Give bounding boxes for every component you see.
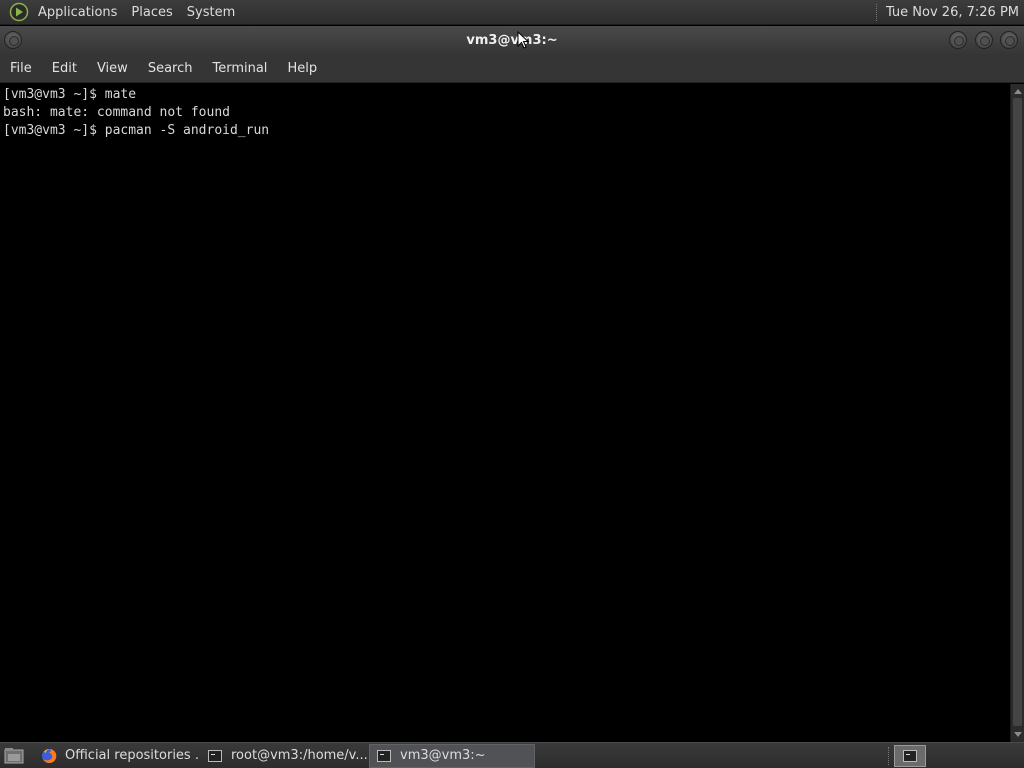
window-titlebar[interactable]: vm3@vm3:~ bbox=[0, 26, 1024, 55]
terminal-line: [vm3@vm3 ~]$ pacman -S android_run bbox=[3, 123, 270, 138]
taskbar-item-vm3-terminal[interactable]: vm3@vm3:~ bbox=[369, 743, 535, 768]
mate-logo-icon[interactable] bbox=[9, 2, 29, 22]
menu-edit[interactable]: Edit bbox=[42, 55, 87, 83]
menu-help[interactable]: Help bbox=[277, 55, 327, 83]
places-menu[interactable]: Places bbox=[124, 0, 179, 25]
panel-separator bbox=[888, 746, 890, 765]
workspace-switcher[interactable] bbox=[894, 744, 926, 767]
show-desktop-icon[interactable] bbox=[3, 746, 25, 766]
menu-view[interactable]: View bbox=[87, 55, 138, 83]
task-label: Official repositories ... bbox=[65, 748, 199, 763]
terminal-icon bbox=[207, 748, 223, 764]
firefox-icon bbox=[41, 748, 57, 764]
maximize-button[interactable] bbox=[975, 31, 993, 49]
terminal-menubar: File Edit View Search Terminal Help bbox=[0, 55, 1024, 83]
minimize-button[interactable] bbox=[949, 31, 967, 49]
mouse-pointer-icon bbox=[517, 31, 529, 49]
terminal-line: bash: mate: command not found bbox=[3, 105, 230, 120]
taskbar-item-firefox[interactable]: Official repositories ... bbox=[35, 744, 199, 768]
window-menu-button[interactable] bbox=[4, 31, 22, 49]
close-button[interactable] bbox=[1000, 31, 1018, 49]
top-panel: Applications Places System Tue Nov 26, 7… bbox=[0, 0, 1024, 25]
taskbar-item-root-terminal[interactable]: root@vm3:/home/v... bbox=[201, 744, 367, 768]
terminal-line: [vm3@vm3 ~]$ mate bbox=[3, 87, 137, 102]
menu-file[interactable]: File bbox=[0, 55, 42, 83]
scroll-down-icon[interactable] bbox=[1014, 732, 1022, 737]
task-label: root@vm3:/home/v... bbox=[231, 748, 367, 763]
applications-menu[interactable]: Applications bbox=[31, 0, 124, 25]
menu-search[interactable]: Search bbox=[138, 55, 203, 83]
menu-terminal[interactable]: Terminal bbox=[202, 55, 277, 83]
scroll-thumb[interactable] bbox=[1013, 98, 1022, 726]
terminal-icon bbox=[903, 749, 917, 762]
window-title: vm3@vm3:~ bbox=[466, 33, 558, 48]
panel-separator bbox=[875, 3, 878, 21]
terminal-icon bbox=[376, 748, 392, 764]
scroll-up-icon[interactable] bbox=[1014, 89, 1022, 94]
system-menu[interactable]: System bbox=[180, 0, 242, 25]
terminal-output[interactable]: [vm3@vm3 ~]$ mate bash: mate: command not… bbox=[0, 84, 1010, 742]
clock[interactable]: Tue Nov 26, 7:26 PM bbox=[886, 0, 1024, 25]
task-label: vm3@vm3:~ bbox=[400, 748, 486, 763]
bottom-panel: Official repositories ... root@vm3:/home… bbox=[0, 742, 1024, 768]
terminal-scrollbar[interactable] bbox=[1010, 84, 1024, 742]
